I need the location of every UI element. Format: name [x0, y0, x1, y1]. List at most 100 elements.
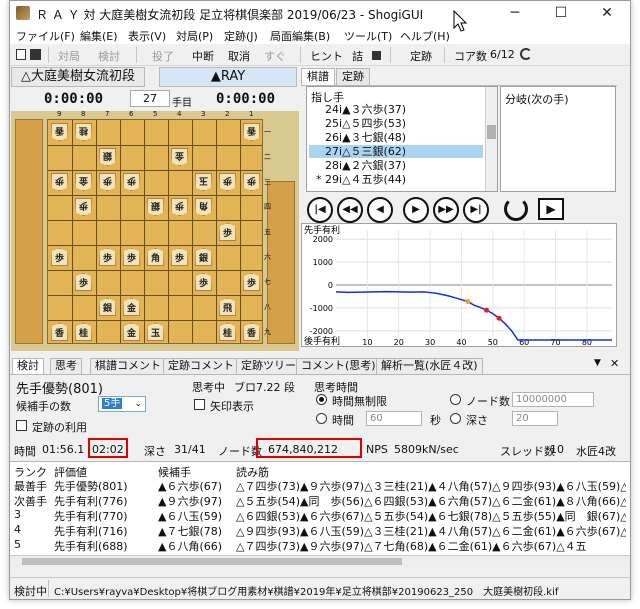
shogi-piece[interactable]: 角 [147, 248, 164, 266]
shogi-piece[interactable]: 飛 [219, 298, 236, 316]
time-radio[interactable] [316, 413, 327, 424]
shogi-piece[interactable]: 銀 [147, 198, 164, 216]
joseki-button[interactable]: 定跡 [410, 48, 432, 64]
tab-joseki[interactable]: 定跡 [336, 68, 370, 85]
pv-hscroll-thumb[interactable] [22, 558, 402, 565]
menu-position-edit[interactable]: 局面編集(B) [270, 28, 330, 44]
taikyoku-button[interactable]: 対局 [58, 48, 80, 64]
kifu-row[interactable]: 28i▲２六銀(37) [309, 159, 483, 172]
shogi-piece[interactable]: 銀 [195, 248, 212, 266]
panel-close-icon[interactable]: ✕ [610, 357, 619, 370]
last-move-button[interactable]: ▶| [463, 197, 489, 223]
joseki-checkbox[interactable] [16, 420, 27, 431]
depth-input[interactable]: 20 [512, 411, 558, 426]
menu-edit[interactable]: 編集(E) [80, 28, 118, 44]
shogi-piece[interactable]: 金 [75, 173, 92, 191]
tab-kifu-comment[interactable]: 棋譜コメント [90, 358, 166, 374]
tab-joseki-comment[interactable]: 定跡コメント [163, 358, 239, 374]
tab-kento[interactable]: 検討 [12, 358, 44, 374]
shogi-piece[interactable]: 歩 [99, 248, 116, 266]
shogi-piece[interactable]: 金 [123, 323, 140, 341]
shogi-piece[interactable]: 歩 [75, 273, 92, 291]
tsume-button[interactable]: 詰 [352, 48, 363, 64]
back-button[interactable]: ◀ [367, 197, 393, 223]
kifu-row[interactable]: 25i△５四歩(53) [309, 117, 483, 130]
shogi-piece[interactable]: 歩 [219, 223, 236, 241]
pv-table[interactable]: ランク 評価値 候補手 読み筋 最善手 先手優勢(801) ▲６六歩(67) △７四歩… [10, 461, 630, 567]
kifu-row[interactable]: * 29i△４五歩(44) [309, 173, 483, 186]
shogi-piece[interactable]: 玉 [147, 323, 164, 341]
shogi-piece[interactable]: 玉 [195, 173, 212, 191]
shogi-piece[interactable]: 歩 [51, 248, 68, 266]
tab-kifu[interactable]: 棋譜 [301, 68, 335, 85]
pv-hscrollbar[interactable] [10, 555, 630, 567]
shogi-piece[interactable]: 金 [123, 298, 140, 316]
shogi-piece[interactable]: 歩 [99, 173, 116, 191]
kifu-row[interactable]: 27i△５三銀(62) [309, 145, 483, 158]
shogi-piece[interactable]: 歩 [75, 198, 92, 216]
play-icon[interactable]: ▶ [538, 198, 564, 220]
time-input[interactable]: 60 [366, 411, 422, 426]
tab-comment-shiko[interactable]: コメント(思考) [296, 358, 381, 374]
tab-dropdown-icon[interactable]: ▼ [594, 358, 601, 368]
torikeshi-button[interactable]: 取消 [228, 48, 250, 64]
reverse-board-icon[interactable] [504, 197, 528, 221]
back-10-button[interactable]: ◀◀ [337, 197, 363, 223]
shogi-piece[interactable]: 歩 [123, 173, 140, 191]
unlimited-radio[interactable] [316, 394, 327, 405]
shogi-piece[interactable]: 歩 [171, 198, 188, 216]
candidates-select[interactable]: 5手 ⌄ [98, 396, 146, 412]
menu-joseki[interactable]: 定跡(J) [224, 28, 258, 44]
new-file-icon[interactable] [16, 49, 26, 60]
chudan-button[interactable]: 中断 [192, 48, 214, 64]
kifu-scroll-thumb[interactable] [487, 125, 496, 139]
close-button[interactable]: ✕ [584, 1, 630, 25]
shogi-piece[interactable]: 桂 [75, 123, 92, 141]
shogi-piece[interactable]: 香 [243, 323, 260, 341]
shogi-piece[interactable]: 桂 [75, 323, 92, 341]
arrow-checkbox[interactable] [194, 399, 205, 410]
menu-game[interactable]: 対局(P) [176, 28, 213, 44]
shogi-piece[interactable]: 香 [243, 123, 260, 141]
shogi-piece[interactable]: 銀 [99, 298, 116, 316]
shogi-piece[interactable]: 香 [51, 123, 68, 141]
save-icon[interactable] [30, 49, 41, 60]
refresh-icon[interactable] [520, 48, 532, 60]
shogi-piece[interactable]: 歩 [243, 273, 260, 291]
menu-file[interactable]: ファイル(F) [16, 28, 75, 44]
sugu-button[interactable]: すぐ [264, 48, 286, 64]
shogi-piece[interactable]: 歩 [195, 273, 212, 291]
menu-view[interactable]: 表示(V) [128, 28, 166, 44]
eval-graph[interactable]: 2000 1000 0 -1000 -2000 10 20 30 40 50 60 70 80 先手有利後… [301, 223, 617, 347]
nodes-input[interactable]: 10000000 [512, 392, 594, 407]
stop-icon[interactable] [372, 51, 381, 60]
kento-button[interactable]: 検討 [98, 48, 120, 64]
depth-radio[interactable] [450, 413, 461, 424]
forward-button[interactable]: ▶ [403, 197, 429, 223]
tab-analysis-list[interactable]: 解析一覧(水匠４改) [376, 358, 483, 374]
shogi-board[interactable]: 香桂香銀金金玉歩歩歩歩歩銀角歩歩歩歩歩角歩銀歩歩歩歩銀金飛香桂金玉桂香 [47, 119, 263, 344]
shogi-piece[interactable]: 歩 [219, 173, 236, 191]
kifu-list[interactable]: 指し手 24i▲３六歩(37) 25i△５四歩(53) 26i▲３七銀(48) 27i… [306, 86, 498, 192]
tab-shiko[interactable]: 思考 [50, 358, 82, 374]
move-number-field[interactable]: 27 [130, 90, 170, 107]
menu-tools[interactable]: ツール(T) [344, 28, 392, 44]
shogi-piece[interactable]: 歩 [51, 173, 68, 191]
shogi-piece[interactable]: 桂 [219, 323, 236, 341]
hint-button[interactable]: ヒント [310, 48, 343, 64]
kifu-row[interactable]: 24i▲３六歩(37) [309, 103, 483, 116]
first-move-button[interactable]: |◀ [307, 197, 333, 223]
toryo-button[interactable]: 投了 [152, 48, 174, 64]
shogi-piece[interactable]: 香 [51, 323, 68, 341]
menu-help[interactable]: ヘルプ(H) [400, 28, 450, 44]
shogi-piece[interactable]: 歩 [243, 173, 260, 191]
forward-10-button[interactable]: ▶▶ [433, 197, 459, 223]
tab-joseki-tree[interactable]: 定跡ツリー [236, 358, 301, 374]
shogi-piece[interactable]: 銀 [99, 148, 116, 166]
shogi-piece[interactable]: 金 [171, 148, 188, 166]
shogi-piece[interactable]: 歩 [123, 248, 140, 266]
maximize-button[interactable]: ☐ [538, 1, 584, 25]
minimize-button[interactable]: ─ [492, 1, 538, 25]
kifu-row[interactable]: 26i▲３七銀(48) [309, 131, 483, 144]
shogi-piece[interactable]: 歩 [171, 248, 188, 266]
